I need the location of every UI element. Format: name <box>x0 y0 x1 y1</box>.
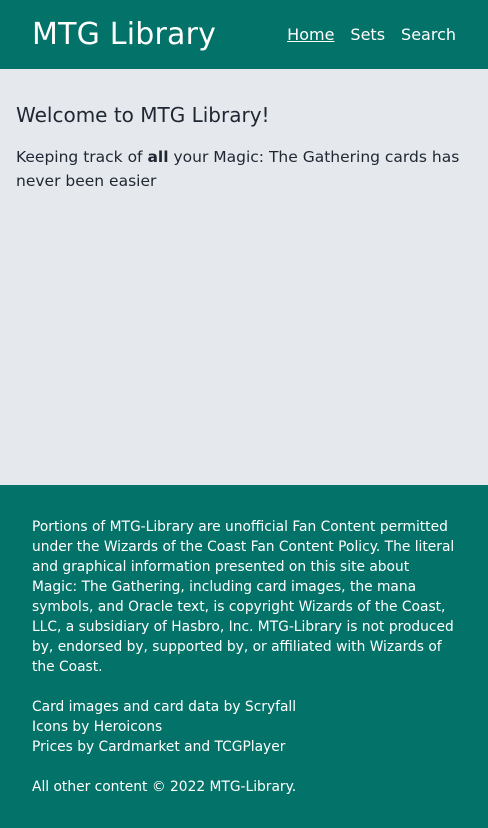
site-title-link[interactable]: MTG Library <box>32 17 216 52</box>
intro-text-end: your Magic: The Gathering cards has <box>168 148 460 166</box>
intro-text-emphasis: all <box>147 148 169 166</box>
disclaimer-line: and graphical information presented on t… <box>32 559 410 575</box>
nav-search-link[interactable]: Search <box>401 25 456 44</box>
disclaimer-line: Magic: The Gathering, including card ima… <box>32 579 417 595</box>
intro-text-start: Keeping track of <box>16 148 148 166</box>
disclaimer-line: symbols, and Oracle text, is copyright W… <box>32 599 446 615</box>
credit-line-heroicons: Icons by Heroicons <box>32 719 163 735</box>
disclaimer-line: by, endorsed by, supported by, or affili… <box>32 639 442 655</box>
fan-content-disclaimer: Portions of MTG-Library are unofficial F… <box>32 517 456 677</box>
site-header: MTG Library Home Sets Search <box>0 0 488 69</box>
page-heading: Welcome to MTG Library! <box>16 103 270 127</box>
nav-home-link[interactable]: Home <box>287 25 334 44</box>
credits: Card images and card data by Scryfall Ic… <box>32 697 456 757</box>
disclaimer-line: Portions of MTG-Library are unofficial F… <box>32 519 448 535</box>
site-footer: Portions of MTG-Library are unofficial F… <box>0 485 488 828</box>
disclaimer-line: under the Wizards of the Coast Fan Conte… <box>32 539 455 555</box>
nav-sets-link[interactable]: Sets <box>350 25 385 44</box>
disclaimer-line: the Coast. <box>32 659 103 675</box>
main-nav: Home Sets Search <box>287 25 456 44</box>
copyright-text: All other content © 2022 MTG-Library. <box>32 779 297 795</box>
main-content: Welcome to MTG Library! Keeping track of… <box>0 69 488 485</box>
disclaimer-line: LLC, a subsidiary of Hasbro, Inc. MTG-Li… <box>32 619 454 635</box>
intro-text-line2: never been easier <box>16 172 157 190</box>
credit-line-prices: Prices by Cardmarket and TCGPlayer <box>32 739 286 755</box>
copyright: All other content © 2022 MTG-Library. <box>32 777 456 797</box>
credit-line-scryfall: Card images and card data by Scryfall <box>32 699 297 715</box>
intro-text: Keeping track of all your Magic: The Gat… <box>16 145 472 169</box>
